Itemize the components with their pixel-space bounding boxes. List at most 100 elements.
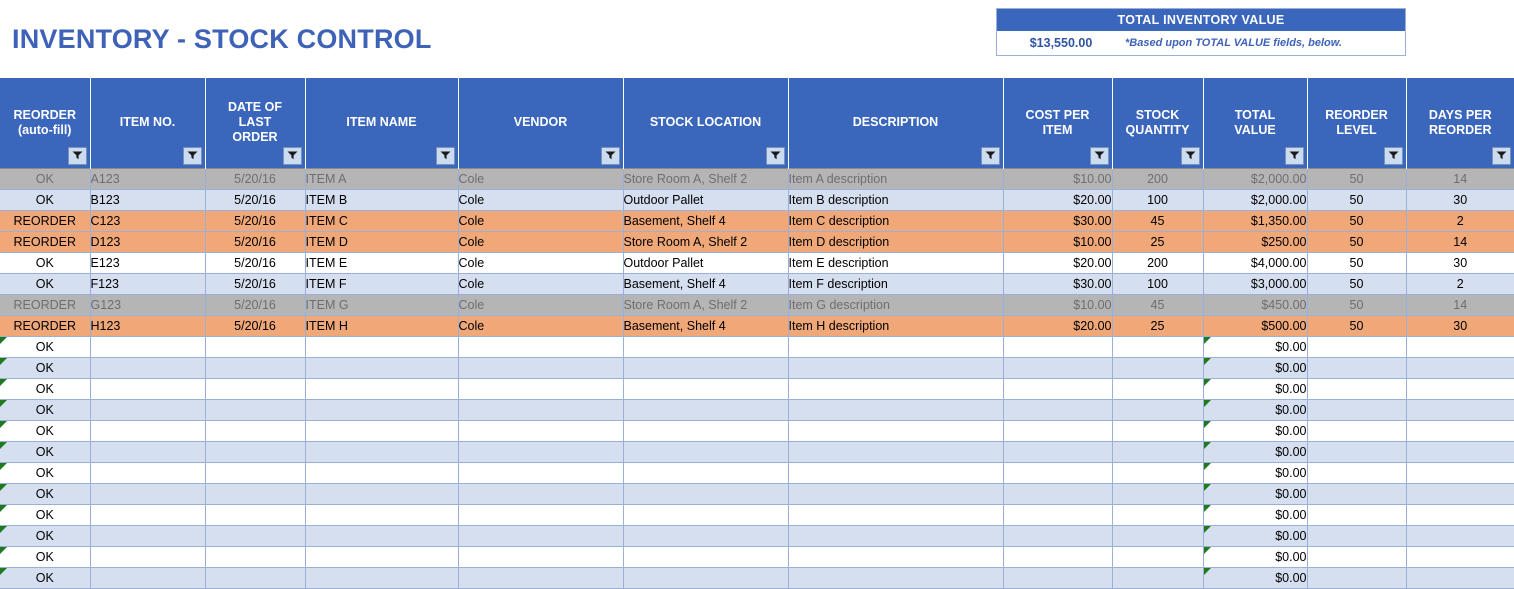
cell-description[interactable]: [788, 399, 1003, 420]
cell-total-value[interactable]: $0.00: [1203, 420, 1307, 441]
table-row[interactable]: OK $0.00: [0, 399, 1514, 420]
cell-reorder[interactable]: OK: [0, 483, 90, 504]
cell-date-of-last-order[interactable]: 5/20/16: [205, 315, 305, 336]
cell-reorder[interactable]: OK: [0, 420, 90, 441]
cell-total-value[interactable]: $0.00: [1203, 546, 1307, 567]
cell-description[interactable]: Item A description: [788, 168, 1003, 189]
cell-total-value[interactable]: $0.00: [1203, 399, 1307, 420]
cell-cost-per-item[interactable]: [1003, 462, 1112, 483]
cell-reorder[interactable]: OK: [0, 399, 90, 420]
table-row[interactable]: OK$0.00: [0, 567, 1514, 588]
cell-stock-location[interactable]: [623, 504, 788, 525]
cell-reorder-level[interactable]: [1307, 420, 1406, 441]
cell-item-no[interactable]: B123: [90, 189, 205, 210]
table-row[interactable]: OKB1235/20/16ITEM BColeOutdoor PalletIte…: [0, 189, 1514, 210]
cell-reorder[interactable]: OK: [0, 504, 90, 525]
cell-total-value[interactable]: $3,000.00: [1203, 273, 1307, 294]
filter-dropdown-icon[interactable]: [1285, 147, 1304, 165]
cell-item-name[interactable]: ITEM H: [305, 315, 458, 336]
cell-date-of-last-order[interactable]: [205, 483, 305, 504]
cell-reorder[interactable]: REORDER: [0, 231, 90, 252]
cell-reorder-level[interactable]: [1307, 399, 1406, 420]
cell-item-no[interactable]: [90, 399, 205, 420]
cell-date-of-last-order[interactable]: [205, 546, 305, 567]
table-row[interactable]: REORDERG1235/20/16ITEM GColeStore Room A…: [0, 294, 1514, 315]
cell-date-of-last-order[interactable]: [205, 357, 305, 378]
cell-days-per-reorder[interactable]: 30: [1406, 252, 1514, 273]
cell-reorder-level[interactable]: 50: [1307, 315, 1406, 336]
table-row[interactable]: OK $0.00: [0, 420, 1514, 441]
cell-stock-location[interactable]: [623, 441, 788, 462]
cell-cost-per-item[interactable]: [1003, 357, 1112, 378]
cell-cost-per-item[interactable]: [1003, 336, 1112, 357]
cell-item-no[interactable]: [90, 546, 205, 567]
cell-item-name[interactable]: [305, 399, 458, 420]
cell-stock-location[interactable]: [623, 462, 788, 483]
table-row[interactable]: OK$0.00: [0, 462, 1514, 483]
cell-stock-location[interactable]: [623, 420, 788, 441]
cell-stock-quantity[interactable]: [1112, 420, 1203, 441]
cell-total-value[interactable]: $0.00: [1203, 462, 1307, 483]
table-row[interactable]: OK$0.00: [0, 357, 1514, 378]
cell-stock-quantity[interactable]: 25: [1112, 315, 1203, 336]
cell-days-per-reorder[interactable]: [1406, 399, 1514, 420]
cell-vendor[interactable]: [458, 504, 623, 525]
filter-dropdown-icon[interactable]: [1384, 147, 1403, 165]
cell-total-value[interactable]: $2,000.00: [1203, 168, 1307, 189]
cell-description[interactable]: Item F description: [788, 273, 1003, 294]
cell-cost-per-item[interactable]: $20.00: [1003, 189, 1112, 210]
cell-stock-quantity[interactable]: 100: [1112, 189, 1203, 210]
cell-total-value[interactable]: $0.00: [1203, 504, 1307, 525]
cell-total-value[interactable]: $0.00: [1203, 483, 1307, 504]
cell-days-per-reorder[interactable]: 14: [1406, 294, 1514, 315]
cell-days-per-reorder[interactable]: [1406, 357, 1514, 378]
cell-days-per-reorder[interactable]: 2: [1406, 273, 1514, 294]
cell-description[interactable]: Item G description: [788, 294, 1003, 315]
cell-stock-quantity[interactable]: [1112, 378, 1203, 399]
table-row[interactable]: REORDERH1235/20/16ITEM HColeBasement, Sh…: [0, 315, 1514, 336]
cell-days-per-reorder[interactable]: 14: [1406, 168, 1514, 189]
cell-reorder-level[interactable]: [1307, 567, 1406, 588]
cell-cost-per-item[interactable]: $10.00: [1003, 168, 1112, 189]
cell-description[interactable]: Item C description: [788, 210, 1003, 231]
cell-item-no[interactable]: G123: [90, 294, 205, 315]
cell-days-per-reorder[interactable]: 30: [1406, 315, 1514, 336]
cell-date-of-last-order[interactable]: [205, 504, 305, 525]
cell-item-no[interactable]: [90, 420, 205, 441]
filter-dropdown-icon[interactable]: [1492, 147, 1511, 165]
cell-cost-per-item[interactable]: [1003, 567, 1112, 588]
cell-item-no[interactable]: [90, 567, 205, 588]
cell-cost-per-item[interactable]: $20.00: [1003, 315, 1112, 336]
table-row[interactable]: REORDERC1235/20/16ITEM CColeBasement, Sh…: [0, 210, 1514, 231]
cell-cost-per-item[interactable]: $10.00: [1003, 231, 1112, 252]
cell-item-name[interactable]: ITEM F: [305, 273, 458, 294]
cell-stock-quantity[interactable]: 25: [1112, 231, 1203, 252]
cell-date-of-last-order[interactable]: [205, 441, 305, 462]
cell-days-per-reorder[interactable]: [1406, 504, 1514, 525]
cell-description[interactable]: [788, 420, 1003, 441]
table-row[interactable]: OK$0.00: [0, 378, 1514, 399]
cell-total-value[interactable]: $450.00: [1203, 294, 1307, 315]
table-row[interactable]: OK $0.00: [0, 504, 1514, 525]
filter-dropdown-icon[interactable]: [283, 147, 302, 165]
cell-stock-quantity[interactable]: [1112, 462, 1203, 483]
cell-vendor[interactable]: [458, 420, 623, 441]
cell-stock-quantity[interactable]: [1112, 525, 1203, 546]
cell-item-no[interactable]: [90, 462, 205, 483]
cell-date-of-last-order[interactable]: [205, 525, 305, 546]
cell-stock-quantity[interactable]: [1112, 441, 1203, 462]
filter-dropdown-icon[interactable]: [183, 147, 202, 165]
cell-item-name[interactable]: ITEM D: [305, 231, 458, 252]
cell-item-no[interactable]: H123: [90, 315, 205, 336]
cell-total-value[interactable]: $4,000.00: [1203, 252, 1307, 273]
cell-date-of-last-order[interactable]: 5/20/16: [205, 252, 305, 273]
cell-item-name[interactable]: [305, 546, 458, 567]
cell-stock-location[interactable]: [623, 399, 788, 420]
cell-vendor[interactable]: Cole: [458, 315, 623, 336]
cell-stock-location[interactable]: [623, 336, 788, 357]
cell-description[interactable]: Item B description: [788, 189, 1003, 210]
cell-stock-location[interactable]: [623, 357, 788, 378]
cell-item-no[interactable]: C123: [90, 210, 205, 231]
filter-dropdown-icon[interactable]: [766, 147, 785, 165]
cell-reorder-level[interactable]: [1307, 483, 1406, 504]
